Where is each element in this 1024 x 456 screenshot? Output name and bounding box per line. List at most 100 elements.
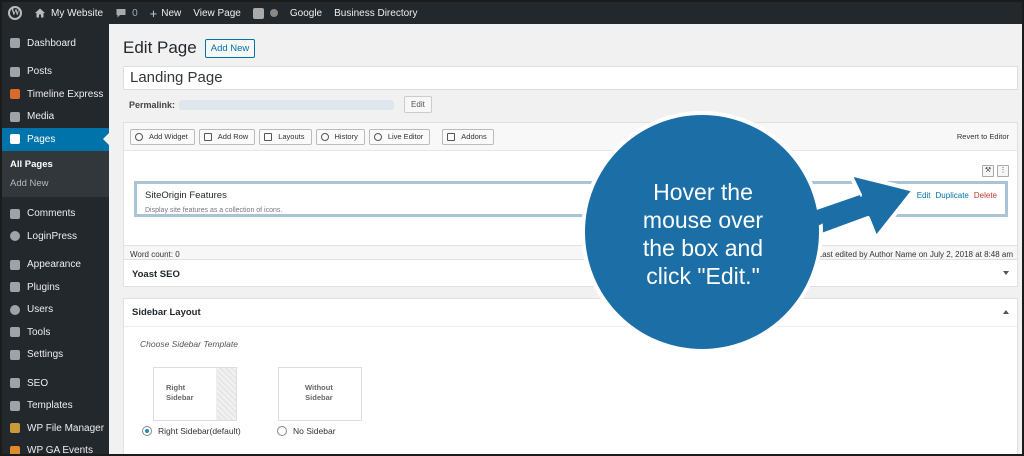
- widget-edit-link[interactable]: Edit: [917, 191, 931, 200]
- status-dot-icon: [269, 9, 278, 17]
- metabox-header[interactable]: Yoast SEO: [124, 260, 1017, 288]
- sidebar-item-seo[interactable]: SEO: [2, 372, 109, 395]
- radio-checked-icon[interactable]: [142, 426, 152, 436]
- add-widget-button[interactable]: Add Widget: [130, 128, 195, 145]
- google-label: Google: [289, 7, 323, 19]
- comments-link[interactable]: 0: [115, 7, 138, 19]
- google-link[interactable]: Google: [290, 8, 322, 19]
- settings-icon: [10, 349, 20, 360]
- pages-submenu: All Pages Add New: [2, 150, 109, 197]
- sidebar-item-comments[interactable]: Comments: [2, 203, 109, 226]
- wrench-icon[interactable]: ⚒: [982, 165, 994, 177]
- sidebar-item-posts[interactable]: Posts: [2, 61, 109, 84]
- template-no-sidebar-card[interactable]: Without Sidebar: [278, 367, 362, 421]
- yoast-icon: [10, 378, 20, 389]
- rocket-icon: [447, 132, 456, 141]
- chart-icon: [10, 445, 20, 454]
- sidebar-item-label: WP GA Events: [27, 445, 93, 456]
- site-name: My Website: [51, 7, 104, 19]
- permalink-row: Permalink: Edit: [129, 96, 432, 113]
- addons-button[interactable]: Addons: [442, 128, 494, 145]
- plus-icon: +: [149, 5, 158, 21]
- sidebar-item-timeline-express[interactable]: Timeline Express: [2, 83, 109, 106]
- sidebar-item-label: Users: [27, 304, 54, 316]
- template-right-sidebar-card[interactable]: Right Sidebar: [153, 367, 237, 421]
- sidebar-item-label: Settings: [27, 349, 64, 361]
- sidebar-item-users[interactable]: Users: [2, 299, 109, 322]
- radio-label: Right Sidebar(default): [158, 426, 241, 436]
- sidebar-item-label: WP File Manager: [27, 422, 105, 434]
- radio-unchecked-icon[interactable]: [277, 426, 287, 436]
- sidebar-layout-title: Sidebar Layout: [132, 307, 201, 318]
- radio-no-sidebar[interactable]: No Sidebar: [277, 426, 336, 436]
- yoast-link[interactable]: [252, 7, 278, 19]
- comment-icon: [116, 9, 126, 18]
- eye-icon: [373, 132, 382, 141]
- radio-label: No Sidebar: [293, 426, 336, 436]
- template-line2: Sidebar: [305, 393, 333, 402]
- permalink-url-blurred[interactable]: [179, 99, 395, 110]
- sidebar-item-wp-ga-events[interactable]: WP GA Events: [2, 440, 109, 456]
- sidebar-item-settings[interactable]: Settings: [2, 344, 109, 367]
- business-directory-link[interactable]: Business Directory: [334, 8, 417, 19]
- sidebar-item-dashboard[interactable]: Dashboard: [2, 32, 109, 55]
- sidebar-item-label: Dashboard: [27, 37, 76, 49]
- add-circle-icon: [135, 132, 143, 141]
- submenu-all-pages[interactable]: All Pages: [2, 155, 109, 174]
- chevron-up-icon[interactable]: [1003, 310, 1009, 314]
- page-icon: [10, 134, 20, 145]
- admin-sidebar: Dashboard Posts Timeline Express Media P…: [2, 24, 109, 456]
- sidebar-item-templates[interactable]: Templates: [2, 395, 109, 418]
- revert-to-editor-link[interactable]: Revert to Editor: [957, 132, 1009, 141]
- sidebar-item-appearance[interactable]: Appearance: [2, 254, 109, 277]
- wordpress-logo[interactable]: [8, 6, 22, 20]
- widget-delete-link[interactable]: Delete: [974, 191, 997, 200]
- layouts-button[interactable]: Layouts: [259, 128, 312, 145]
- sidebar-item-tools[interactable]: Tools: [2, 321, 109, 344]
- widget-actions: Edit Duplicate Delete: [912, 191, 997, 200]
- drag-handle-icon[interactable]: ⋮: [997, 165, 1009, 177]
- sidebar-layout-metabox: Sidebar Layout Choose Sidebar Template R…: [123, 298, 1018, 454]
- new-label: New: [161, 7, 182, 19]
- word-count: Word count: 0: [130, 250, 180, 259]
- sidebar-item-label: Plugins: [27, 281, 60, 293]
- metabox-header[interactable]: Sidebar Layout: [124, 299, 1017, 327]
- widget-duplicate-link[interactable]: Duplicate: [936, 191, 969, 200]
- chevron-down-icon[interactable]: [1003, 271, 1009, 275]
- add-row-button[interactable]: Add Row: [198, 128, 256, 145]
- choose-template-label: Choose Sidebar Template: [140, 339, 238, 349]
- dashboard-icon: [10, 38, 20, 49]
- live-editor-label: Live Editor: [387, 132, 424, 141]
- sidebar-item-label: Templates: [27, 400, 73, 412]
- callout-text: Hover the mouse over the box and click "…: [610, 178, 796, 290]
- permalink-edit-button[interactable]: Edit: [404, 96, 432, 113]
- history-icon: [320, 132, 329, 141]
- sidebar-item-label: Pages: [27, 133, 56, 145]
- add-new-button[interactable]: Add New: [204, 38, 256, 58]
- view-page-link[interactable]: View Page: [193, 8, 241, 19]
- rows-icon: [203, 132, 212, 141]
- yoast-icon: [252, 7, 264, 19]
- sidebar-item-loginpress[interactable]: LoginPress: [2, 225, 109, 248]
- sidebar-item-wp-file-manager[interactable]: WP File Manager: [2, 417, 109, 440]
- template-line1: Right: [166, 383, 186, 392]
- pin-icon: [10, 66, 20, 77]
- radio-right-sidebar[interactable]: Right Sidebar(default): [142, 426, 241, 436]
- siteorigin-widget-box[interactable]: SiteOrigin Features Display site feature…: [134, 181, 1008, 217]
- sidebar-item-media[interactable]: Media: [2, 106, 109, 129]
- submenu-add-new[interactable]: Add New: [2, 174, 109, 193]
- callout-line-3: the box and: [642, 235, 764, 261]
- template-line2: Sidebar: [166, 393, 194, 402]
- sidebar-item-pages[interactable]: Pages: [2, 128, 109, 151]
- sidebar-item-plugins[interactable]: Plugins: [2, 276, 109, 299]
- view-page-label: View Page: [193, 7, 241, 19]
- yoast-seo-metabox[interactable]: Yoast SEO: [123, 259, 1018, 287]
- live-editor-button[interactable]: Live Editor: [368, 128, 431, 145]
- site-name-link[interactable]: My Website: [34, 7, 103, 19]
- sidebar-item-label: Media: [27, 111, 55, 123]
- post-title-input[interactable]: Landing Page: [123, 66, 1018, 90]
- history-button[interactable]: History: [315, 128, 365, 145]
- new-content-link[interactable]: + New: [150, 6, 182, 21]
- sidebar-item-label: Posts: [27, 66, 53, 78]
- widget-description: Display site features as a collection of…: [145, 207, 283, 214]
